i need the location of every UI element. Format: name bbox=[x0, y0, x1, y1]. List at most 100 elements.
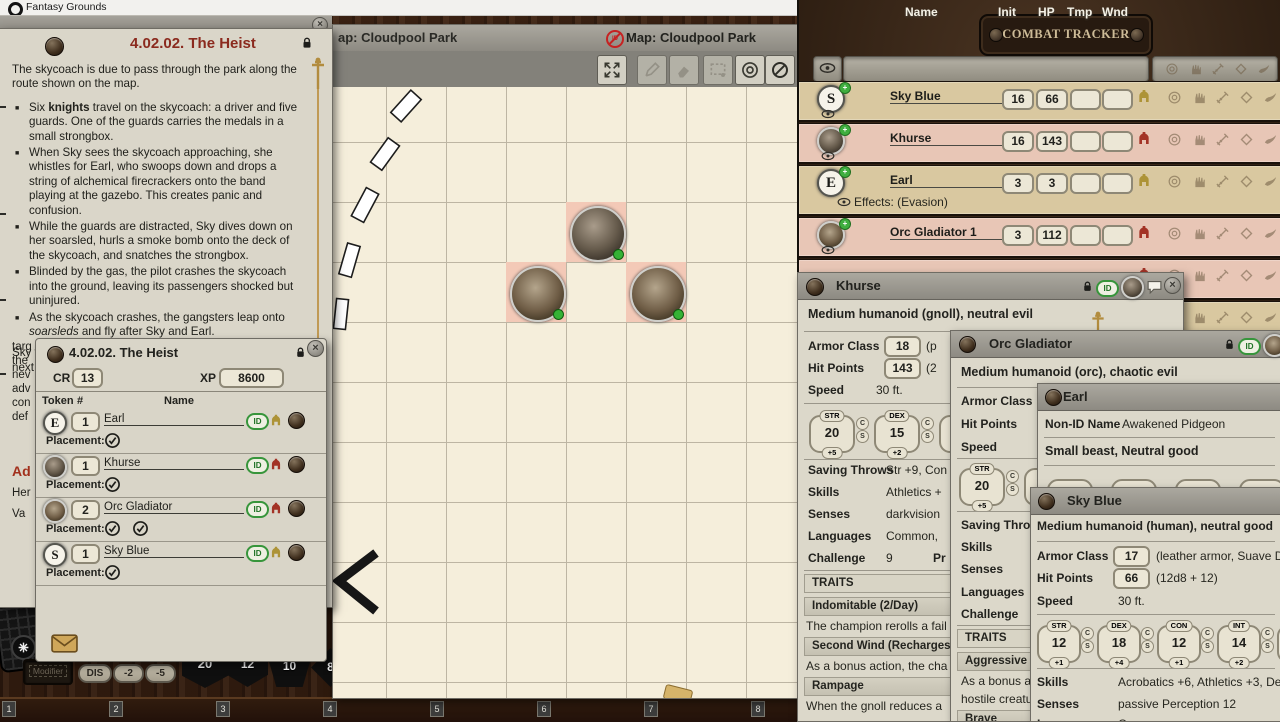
hand-icon[interactable] bbox=[1188, 62, 1202, 76]
save-roll-button[interactable]: S bbox=[1261, 640, 1274, 653]
helmet-friendly-icon[interactable] bbox=[1136, 88, 1152, 104]
check-roll-button[interactable]: C bbox=[1141, 627, 1154, 640]
combatant-name[interactable]: Sky Blue bbox=[890, 89, 1002, 104]
hand-icon[interactable] bbox=[1191, 268, 1206, 283]
check-roll-button[interactable]: C bbox=[1081, 627, 1094, 640]
portrait-icon[interactable] bbox=[1121, 276, 1144, 299]
count-box[interactable]: 1 bbox=[71, 456, 100, 476]
damage-icon[interactable] bbox=[1239, 226, 1254, 241]
combatant-name[interactable]: Orc Gladiator 1 bbox=[890, 225, 1002, 240]
effect-icon[interactable] bbox=[1263, 90, 1278, 105]
init-box[interactable]: 16 bbox=[1002, 89, 1034, 110]
helmet-friendly-icon[interactable] bbox=[269, 545, 283, 559]
modifier-star-button[interactable] bbox=[11, 635, 36, 660]
earl-titlebar[interactable]: Earl bbox=[1038, 384, 1280, 411]
helmet-hostile-icon[interactable] bbox=[1136, 130, 1152, 146]
effect-icon[interactable] bbox=[1263, 226, 1278, 241]
target-icon[interactable] bbox=[1167, 226, 1182, 241]
count-box[interactable]: 1 bbox=[71, 412, 100, 432]
radial-menu-button[interactable] bbox=[1038, 493, 1055, 510]
eye-icon[interactable] bbox=[821, 151, 835, 161]
hp-box[interactable]: 3 bbox=[1036, 173, 1068, 194]
hand-icon[interactable] bbox=[1191, 226, 1206, 241]
radial-menu-button[interactable] bbox=[288, 500, 305, 517]
id-badge[interactable]: ID bbox=[246, 501, 269, 518]
init-box[interactable]: 16 bbox=[1002, 131, 1034, 152]
check-roll-button[interactable]: C bbox=[1006, 470, 1019, 483]
effect-icon[interactable] bbox=[1263, 310, 1278, 325]
cr-box[interactable]: 13 bbox=[72, 368, 103, 388]
dex-ability-block[interactable]: DEX 18 +4 bbox=[1097, 625, 1141, 663]
attack-icon[interactable] bbox=[1215, 226, 1230, 241]
npc-name[interactable]: Sky Blue bbox=[104, 545, 244, 558]
tracker-row[interactable]: + Khurse 16 143 bbox=[799, 123, 1280, 164]
visibility-toggle[interactable] bbox=[813, 56, 842, 82]
id-badge[interactable]: ID bbox=[246, 413, 269, 430]
target-button[interactable] bbox=[735, 55, 765, 85]
eraser-button[interactable] bbox=[669, 55, 699, 85]
helmet-hostile-icon[interactable] bbox=[269, 457, 283, 471]
radial-menu-button[interactable] bbox=[959, 336, 976, 353]
count-box[interactable]: 2 bbox=[71, 500, 100, 520]
modifier-box[interactable]: Modifier bbox=[23, 659, 73, 685]
effect-icon[interactable] bbox=[1257, 62, 1271, 76]
con-ability-block[interactable]: CON 12 +1 bbox=[1157, 625, 1201, 663]
close-icon[interactable]: × bbox=[307, 340, 324, 357]
tmp-box[interactable] bbox=[1070, 225, 1101, 246]
tracker-row[interactable]: E + Earl 3 3 Effects: (Evasion) bbox=[799, 165, 1280, 216]
portrait-icon[interactable] bbox=[1263, 334, 1280, 357]
combatant-name[interactable]: Khurse bbox=[890, 131, 1002, 146]
npc-name[interactable]: Earl bbox=[104, 413, 244, 426]
save-roll-button[interactable]: S bbox=[1201, 640, 1214, 653]
hand-icon[interactable] bbox=[1191, 90, 1206, 105]
wnd-box[interactable] bbox=[1102, 131, 1133, 152]
hotbar-slot-2[interactable]: 2 bbox=[109, 701, 123, 717]
count-box[interactable]: 1 bbox=[71, 544, 100, 564]
radial-menu-button[interactable] bbox=[288, 544, 305, 561]
hotbar-slot-8[interactable]: 8 bbox=[751, 701, 765, 717]
target-icon[interactable] bbox=[1167, 90, 1182, 105]
hide-visibility-button[interactable] bbox=[765, 55, 795, 85]
tracker-row[interactable]: S + Sky Blue 16 66 bbox=[799, 81, 1280, 122]
int-ability-block[interactable]: INT 14 +2 bbox=[1217, 625, 1261, 663]
placement-check-icon[interactable] bbox=[104, 564, 121, 581]
effect-icon[interactable] bbox=[1263, 132, 1278, 147]
draw-pencil-button[interactable] bbox=[637, 55, 667, 85]
ac-box[interactable]: 18 bbox=[884, 336, 921, 357]
check-roll-button[interactable]: C bbox=[921, 417, 934, 430]
hotbar-slot-1[interactable]: 1 bbox=[2, 701, 16, 717]
helmet-hostile-icon[interactable] bbox=[1136, 224, 1152, 240]
eye-icon[interactable] bbox=[837, 197, 851, 207]
orc-titlebar[interactable]: Orc Gladiator ID bbox=[951, 331, 1280, 358]
init-box[interactable]: 3 bbox=[1002, 173, 1034, 194]
save-roll-button[interactable]: S bbox=[1141, 640, 1154, 653]
earl-token[interactable]: E bbox=[43, 411, 67, 435]
id-badge[interactable]: ID bbox=[246, 545, 269, 562]
ac-box[interactable]: 17 bbox=[1113, 546, 1150, 567]
share-envelope-button[interactable] bbox=[51, 633, 78, 654]
wnd-box[interactable] bbox=[1102, 173, 1133, 194]
wnd-box[interactable] bbox=[1102, 225, 1133, 246]
tmp-box[interactable] bbox=[1070, 131, 1101, 152]
scrollbar-hilt-icon[interactable] bbox=[310, 57, 326, 91]
sky-blue-token[interactable]: S bbox=[43, 543, 67, 567]
hotbar-slot-4[interactable]: 4 bbox=[323, 701, 337, 717]
check-roll-button[interactable]: C bbox=[856, 417, 869, 430]
attack-icon[interactable] bbox=[1215, 90, 1230, 105]
effect-icon[interactable] bbox=[1263, 174, 1278, 189]
helmet-friendly-icon[interactable] bbox=[1136, 172, 1152, 188]
radial-menu-button[interactable] bbox=[806, 278, 824, 296]
attack-icon[interactable] bbox=[1215, 268, 1230, 283]
tmp-box[interactable] bbox=[1070, 89, 1101, 110]
damage-icon[interactable] bbox=[1234, 62, 1248, 76]
nonid-value[interactable]: Awakened Pidgeon bbox=[1122, 417, 1225, 431]
dis-button[interactable]: DIS bbox=[78, 664, 112, 683]
hp-box[interactable]: 112 bbox=[1036, 225, 1068, 246]
npc-name[interactable]: Orc Gladiator bbox=[104, 501, 244, 514]
damage-icon[interactable] bbox=[1239, 132, 1254, 147]
target-icon[interactable] bbox=[1165, 62, 1179, 76]
effect-icon[interactable] bbox=[1263, 268, 1278, 283]
story-scrollbar[interactable] bbox=[317, 63, 319, 339]
lock-icon[interactable] bbox=[1223, 338, 1236, 351]
placement-check-icon[interactable] bbox=[104, 520, 121, 537]
